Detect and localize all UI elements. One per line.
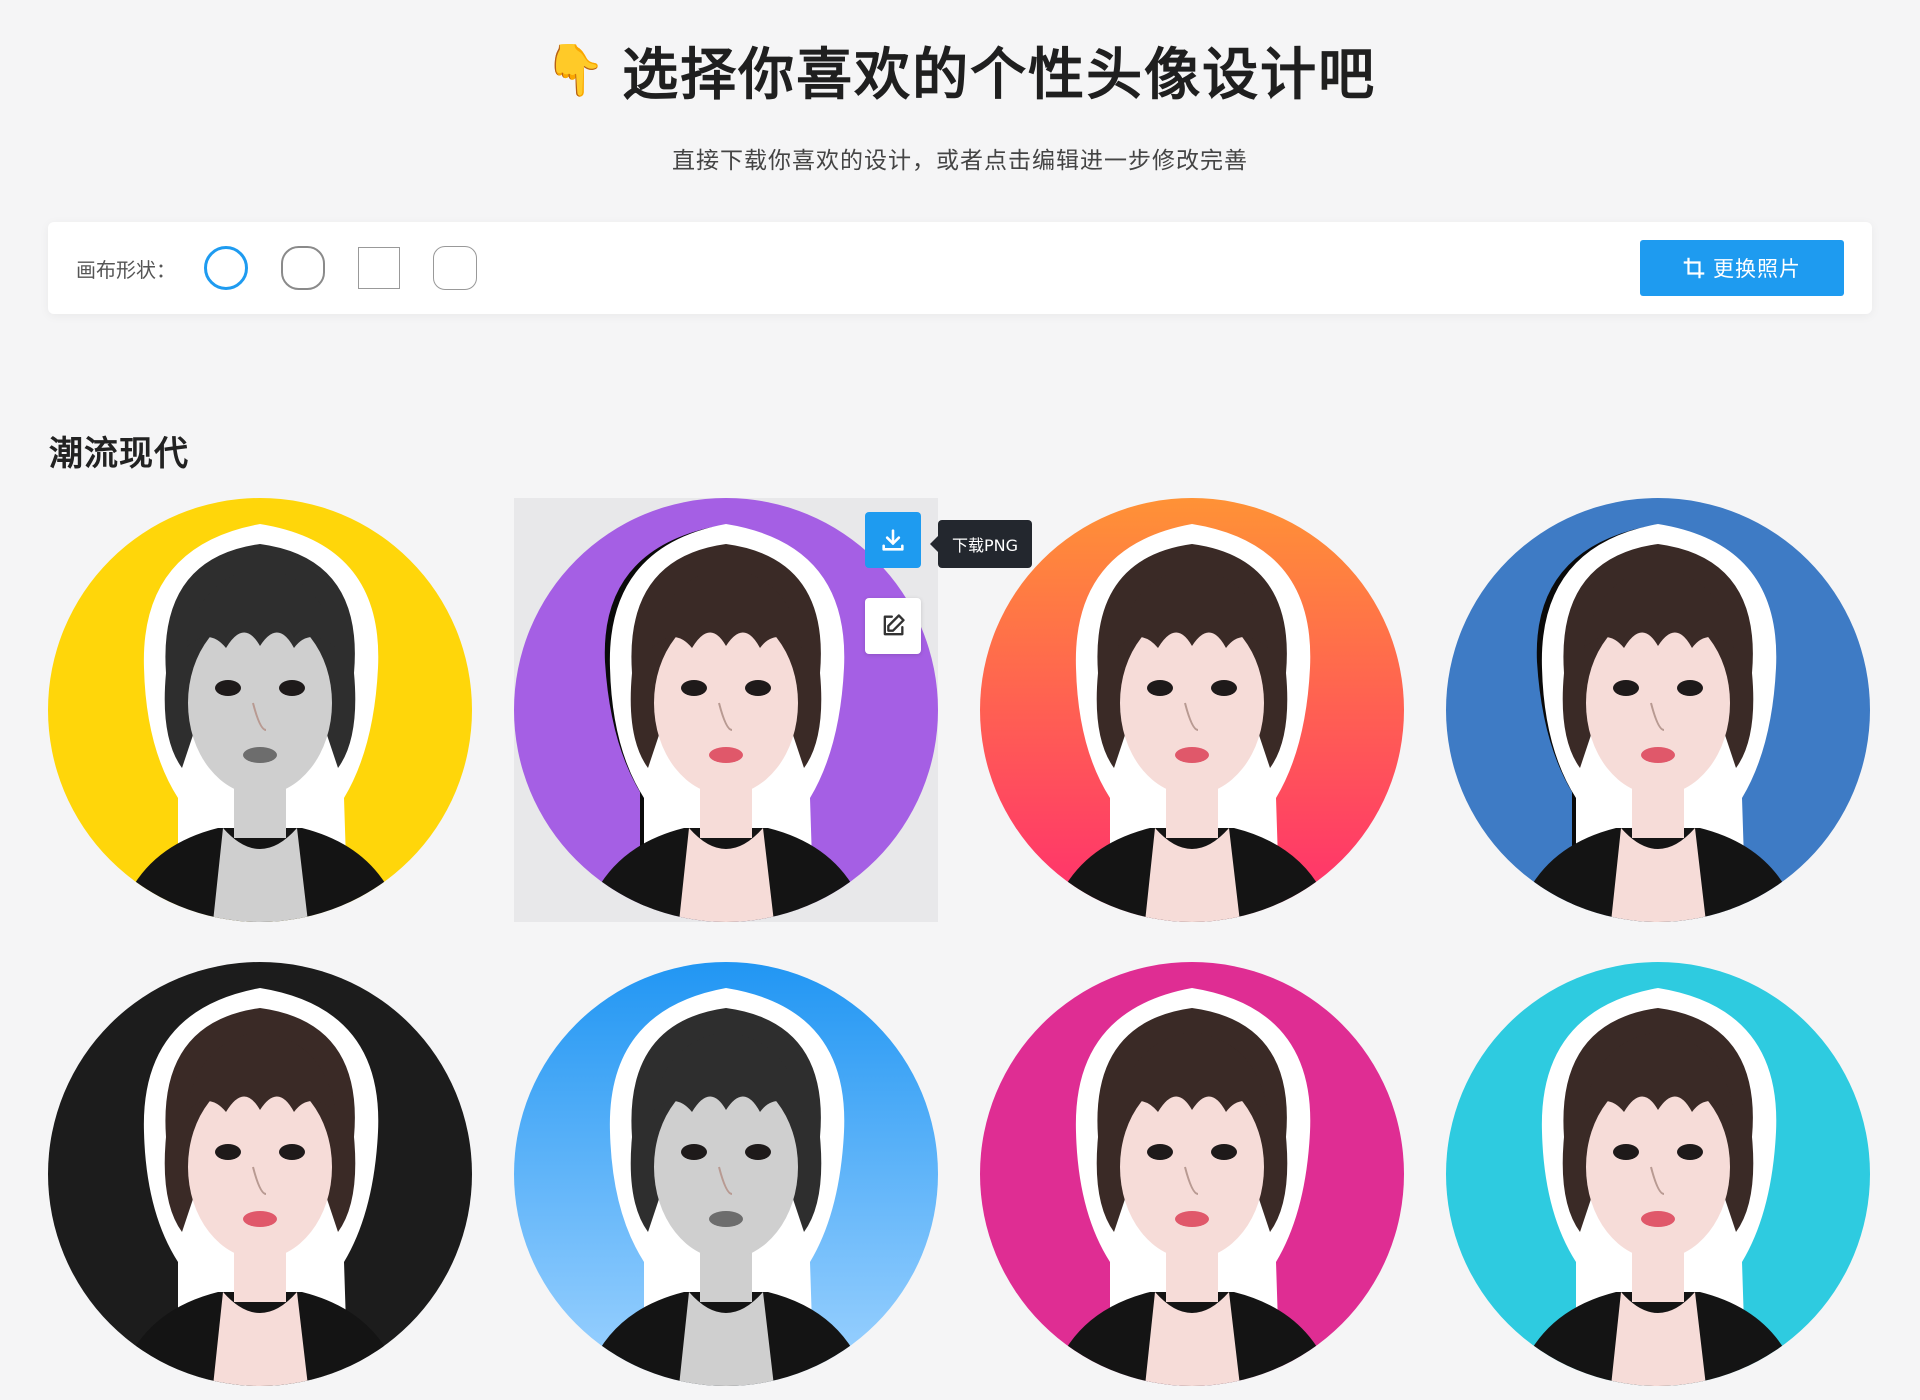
page: 👇 选择你喜欢的个性头像设计吧 直接下载你喜欢的设计，或者点击编辑进一步修改完善…: [0, 0, 1920, 1400]
swap-photo-button[interactable]: 更换照片: [1640, 240, 1844, 296]
pointing-down-icon: 👇: [543, 41, 609, 99]
avatar-preview: [514, 962, 938, 1386]
crop-icon: [1683, 257, 1705, 279]
edit-icon: [883, 614, 905, 636]
avatar-design-card[interactable]: [48, 498, 472, 922]
page-title-text: 选择你喜欢的个性头像设计吧: [622, 43, 1377, 108]
avatar-design-card[interactable]: [980, 498, 1404, 922]
canvas-toolbar: 画布形状： 更换照片: [48, 222, 1872, 314]
swap-photo-label: 更换照片: [1713, 257, 1801, 281]
avatar-preview: [48, 962, 472, 1386]
page-title: 👇 选择你喜欢的个性头像设计吧: [544, 30, 1376, 111]
avatar-preview: [980, 962, 1404, 1386]
page-subtitle: 直接下载你喜欢的设计，或者点击编辑进一步修改完善: [672, 148, 1248, 174]
shape-option-rounded-square[interactable]: [433, 246, 477, 290]
avatar-preview: [980, 498, 1404, 922]
header: 👇 选择你喜欢的个性头像设计吧 直接下载你喜欢的设计，或者点击编辑进一步修改完善: [0, 30, 1920, 175]
avatar-design-card[interactable]: [1446, 498, 1870, 922]
avatar-preview: [1446, 962, 1870, 1386]
download-tooltip: 下载PNG: [929, 520, 1033, 568]
design-grid: 下载PNG: [48, 498, 1874, 1398]
download-png-button[interactable]: [865, 512, 921, 568]
shape-option-square[interactable]: [358, 247, 400, 289]
avatar-design-card[interactable]: [48, 962, 472, 1386]
avatar-preview: [1446, 498, 1870, 922]
avatar-design-card[interactable]: [1446, 962, 1870, 1386]
shape-option-circle[interactable]: [204, 246, 248, 290]
avatar-design-card[interactable]: [980, 962, 1404, 1386]
shape-option-rounded-circle[interactable]: [281, 246, 325, 290]
download-icon: [882, 529, 904, 551]
edit-design-button[interactable]: [865, 598, 921, 654]
canvas-shape-label: 画布形状：: [76, 257, 176, 282]
avatar-preview: [48, 498, 472, 922]
avatar-design-card[interactable]: [514, 962, 938, 1386]
section-title: 潮流现代: [49, 434, 189, 474]
